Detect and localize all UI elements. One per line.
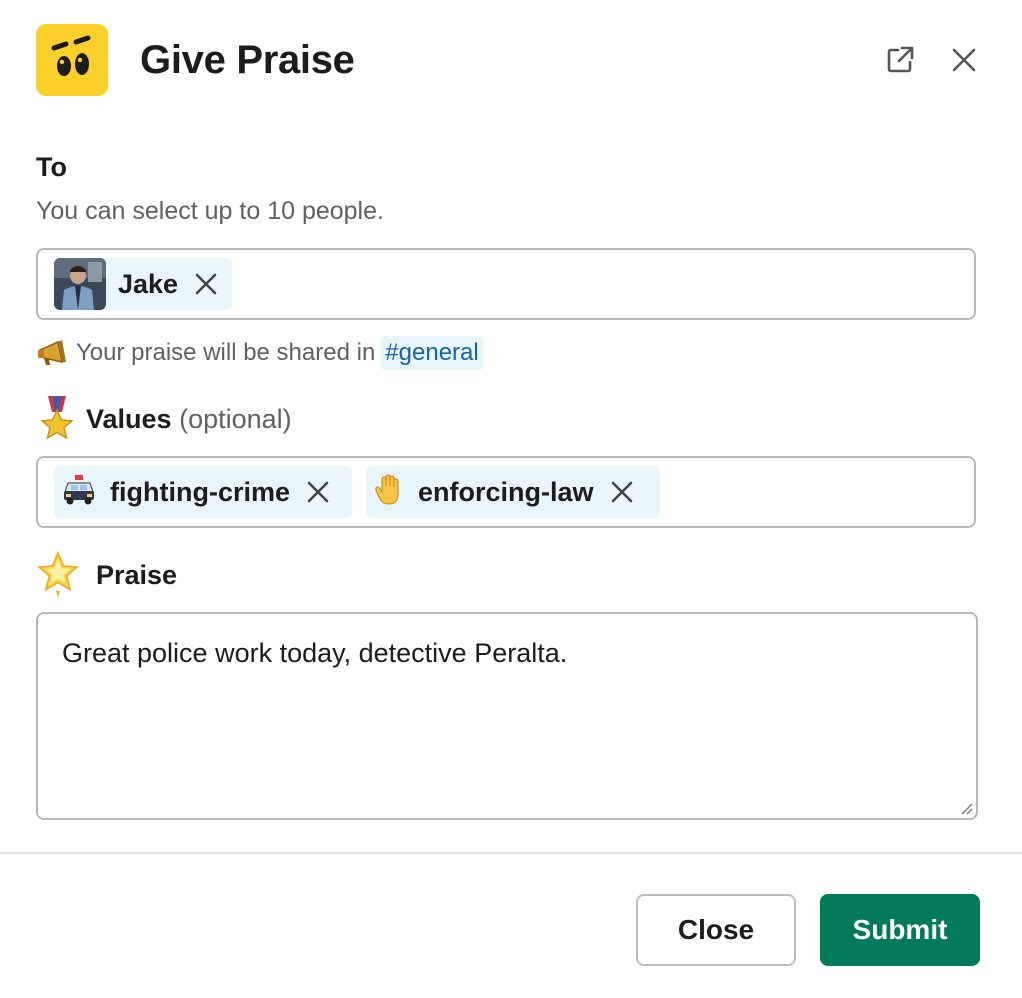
external-link-icon[interactable] xyxy=(882,42,918,78)
praise-app-face-icon xyxy=(36,24,108,96)
values-optional-text: (optional) xyxy=(179,404,292,434)
give-praise-modal: Give Praise To You can select up to 10 p… xyxy=(0,0,1022,998)
megaphone-icon xyxy=(38,340,66,365)
resize-grip-icon[interactable] xyxy=(958,800,974,816)
values-select[interactable]: fighting-crime enforcing-law xyxy=(36,456,976,528)
remove-value-icon[interactable] xyxy=(304,478,332,506)
value-label-enforcing-law: enforcing-law xyxy=(418,476,594,507)
value-chip-enforcing-law: enforcing-law xyxy=(366,466,660,518)
remove-person-icon[interactable] xyxy=(192,270,220,298)
to-label: To xyxy=(36,152,67,182)
selected-person-chip: Jake xyxy=(54,258,232,310)
glowing-star-icon xyxy=(36,550,80,602)
value-chip-fighting-crime: fighting-crime xyxy=(54,466,352,518)
close-icon[interactable] xyxy=(946,42,982,78)
value-label-fighting-crime: fighting-crime xyxy=(110,476,290,507)
police-car-icon xyxy=(62,474,96,510)
to-people-select[interactable]: Jake xyxy=(36,248,976,320)
channel-link[interactable]: #general xyxy=(381,336,483,370)
footer-divider xyxy=(0,852,1022,854)
raised-hand-icon xyxy=(374,473,404,511)
values-label: Values (optional) xyxy=(86,404,292,435)
remove-value-icon[interactable] xyxy=(608,478,636,506)
praise-label: Praise xyxy=(96,560,178,590)
values-label-text: Values xyxy=(86,404,172,434)
close-button[interactable]: Close xyxy=(636,894,796,966)
share-note-text: Your praise will be shared in xyxy=(76,339,376,366)
praise-textarea[interactable]: Great police work today, detective Peral… xyxy=(36,612,978,820)
selected-person-name: Jake xyxy=(118,268,179,299)
modal-header: Give Praise xyxy=(36,24,986,96)
user-avatar xyxy=(54,258,106,310)
submit-button[interactable]: Submit xyxy=(820,894,980,966)
share-note: Your praise will be shared in #general xyxy=(36,336,483,370)
modal-title: Give Praise xyxy=(140,38,355,82)
military-medal-icon xyxy=(36,396,78,447)
praise-text-value: Great police work today, detective Peral… xyxy=(62,638,568,668)
to-hint: You can select up to 10 people. xyxy=(36,197,384,225)
